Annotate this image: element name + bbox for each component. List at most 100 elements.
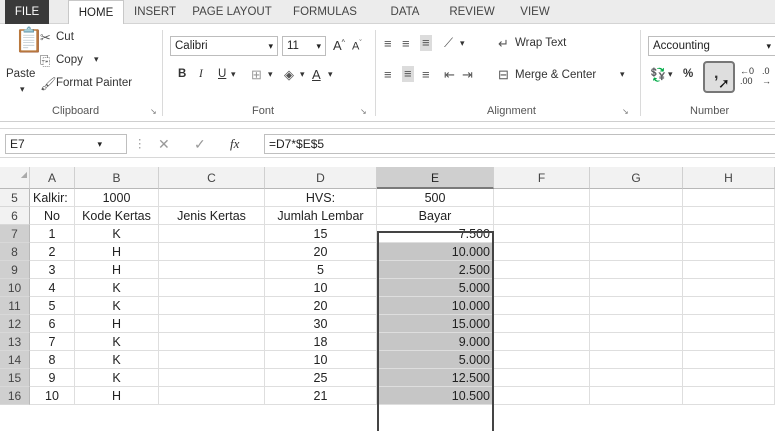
- tab-formulas[interactable]: FORMULAS: [286, 0, 364, 24]
- cell-e13[interactable]: 9.000: [377, 333, 494, 351]
- align-right-icon[interactable]: ≡: [422, 67, 430, 83]
- paste-dropdown-icon[interactable]: ▾: [20, 84, 25, 95]
- merge-center-icon[interactable]: ⊟: [498, 67, 509, 83]
- italic-button[interactable]: I: [199, 68, 203, 80]
- cell-c15[interactable]: [159, 369, 265, 387]
- align-middle-icon[interactable]: ≡: [402, 36, 410, 52]
- cut-icon[interactable]: ✂: [40, 30, 51, 46]
- cell-f6[interactable]: [494, 207, 590, 225]
- copy-icon[interactable]: ⎘: [40, 53, 50, 69]
- cell-b5[interactable]: 1000: [75, 189, 159, 207]
- borders-icon[interactable]: ⊞: [251, 67, 262, 83]
- tab-data[interactable]: DATA: [380, 0, 430, 24]
- cell-b6[interactable]: Kode Kertas: [75, 207, 159, 225]
- cell-h11[interactable]: [683, 297, 775, 315]
- cell-h5[interactable]: [683, 189, 775, 207]
- row-header[interactable]: 12: [0, 315, 30, 333]
- cell-c13[interactable]: [159, 333, 265, 351]
- cell-c7[interactable]: [159, 225, 265, 243]
- number-format-select[interactable]: Accounting ▾: [648, 36, 775, 56]
- cell-e8[interactable]: 10.000: [377, 243, 494, 261]
- enter-icon[interactable]: ✓: [194, 136, 206, 153]
- column-header-b[interactable]: B: [75, 167, 159, 189]
- row-header[interactable]: 11: [0, 297, 30, 315]
- cell-e12[interactable]: 15.000: [377, 315, 494, 333]
- align-bottom-icon[interactable]: ≡: [420, 35, 432, 51]
- cell-d16[interactable]: 21: [265, 387, 377, 405]
- column-header-e[interactable]: E: [377, 167, 494, 189]
- cell-d8[interactable]: 20: [265, 243, 377, 261]
- underline-button[interactable]: U: [218, 68, 226, 80]
- cell-e5[interactable]: 500: [377, 189, 494, 207]
- cell-h10[interactable]: [683, 279, 775, 297]
- name-box[interactable]: E7 ▾: [5, 134, 127, 154]
- cell-b16[interactable]: H: [75, 387, 159, 405]
- cell-g11[interactable]: [590, 297, 683, 315]
- align-center-icon[interactable]: ≡: [402, 66, 414, 82]
- row-header[interactable]: 13: [0, 333, 30, 351]
- cell-b11[interactable]: K: [75, 297, 159, 315]
- column-header-a[interactable]: A: [30, 167, 75, 189]
- row-header[interactable]: 6: [0, 207, 30, 225]
- row-header[interactable]: 10: [0, 279, 30, 297]
- cell-b9[interactable]: H: [75, 261, 159, 279]
- cell-d7[interactable]: 15: [265, 225, 377, 243]
- align-left-icon[interactable]: ≡: [384, 67, 392, 83]
- cell-e7[interactable]: 7.500: [377, 225, 494, 243]
- cell-e9[interactable]: 2.500: [377, 261, 494, 279]
- cell-h8[interactable]: [683, 243, 775, 261]
- format-painter-icon[interactable]: 🖌: [40, 76, 57, 92]
- cell-c12[interactable]: [159, 315, 265, 333]
- merge-dropdown-icon[interactable]: ▾: [620, 69, 625, 80]
- wrap-text-button[interactable]: Wrap Text: [515, 37, 566, 49]
- font-size-select[interactable]: 11 ▾: [282, 36, 326, 56]
- cell-f11[interactable]: [494, 297, 590, 315]
- font-launcher-icon[interactable]: ↘: [360, 107, 367, 116]
- cell-f16[interactable]: [494, 387, 590, 405]
- align-top-icon[interactable]: ≡: [384, 36, 392, 52]
- row-header[interactable]: 16: [0, 387, 30, 405]
- copy-dropdown-icon[interactable]: ▾: [94, 54, 99, 65]
- cell-c10[interactable]: [159, 279, 265, 297]
- comma-style-button[interactable]: , ➚: [703, 61, 735, 93]
- fill-color-dropdown-icon[interactable]: ▾: [300, 69, 305, 80]
- tab-file[interactable]: FILE: [5, 0, 49, 24]
- cell-g9[interactable]: [590, 261, 683, 279]
- column-header-f[interactable]: F: [494, 167, 590, 189]
- cell-a9[interactable]: 3: [30, 261, 75, 279]
- shrink-font-icon[interactable]: Aˇ: [352, 40, 362, 53]
- cell-g15[interactable]: [590, 369, 683, 387]
- cell-g6[interactable]: [590, 207, 683, 225]
- row-header[interactable]: 15: [0, 369, 30, 387]
- cell-f13[interactable]: [494, 333, 590, 351]
- cell-e10[interactable]: 5.000: [377, 279, 494, 297]
- cell-d9[interactable]: 5: [265, 261, 377, 279]
- cell-a5[interactable]: Kalkir:: [30, 189, 75, 207]
- font-color-icon[interactable]: A: [312, 67, 321, 82]
- wrap-text-icon[interactable]: ↵: [498, 36, 509, 52]
- cell-a12[interactable]: 6: [30, 315, 75, 333]
- grow-font-icon[interactable]: A^: [333, 38, 345, 53]
- orientation-dropdown-icon[interactable]: ▾: [460, 38, 465, 49]
- cell-d15[interactable]: 25: [265, 369, 377, 387]
- cell-a14[interactable]: 8: [30, 351, 75, 369]
- copy-button[interactable]: Copy: [56, 54, 83, 66]
- cell-h16[interactable]: [683, 387, 775, 405]
- cell-a6[interactable]: No: [30, 207, 75, 225]
- accounting-format-icon[interactable]: 💱: [650, 67, 666, 83]
- row-header[interactable]: 7: [0, 225, 30, 243]
- cell-f5[interactable]: [494, 189, 590, 207]
- cell-f9[interactable]: [494, 261, 590, 279]
- tab-page-layout[interactable]: PAGE LAYOUT: [186, 0, 278, 24]
- merge-center-button[interactable]: Merge & Center: [515, 69, 596, 81]
- accounting-dropdown-icon[interactable]: ▾: [668, 69, 673, 80]
- cell-f14[interactable]: [494, 351, 590, 369]
- cell-h6[interactable]: [683, 207, 775, 225]
- cell-a15[interactable]: 9: [30, 369, 75, 387]
- row-header[interactable]: 5: [0, 189, 30, 207]
- underline-dropdown-icon[interactable]: ▾: [231, 69, 236, 80]
- clipboard-launcher-icon[interactable]: ↘: [150, 107, 157, 116]
- format-painter-button[interactable]: Format Painter: [56, 77, 132, 89]
- cell-g13[interactable]: [590, 333, 683, 351]
- cell-g16[interactable]: [590, 387, 683, 405]
